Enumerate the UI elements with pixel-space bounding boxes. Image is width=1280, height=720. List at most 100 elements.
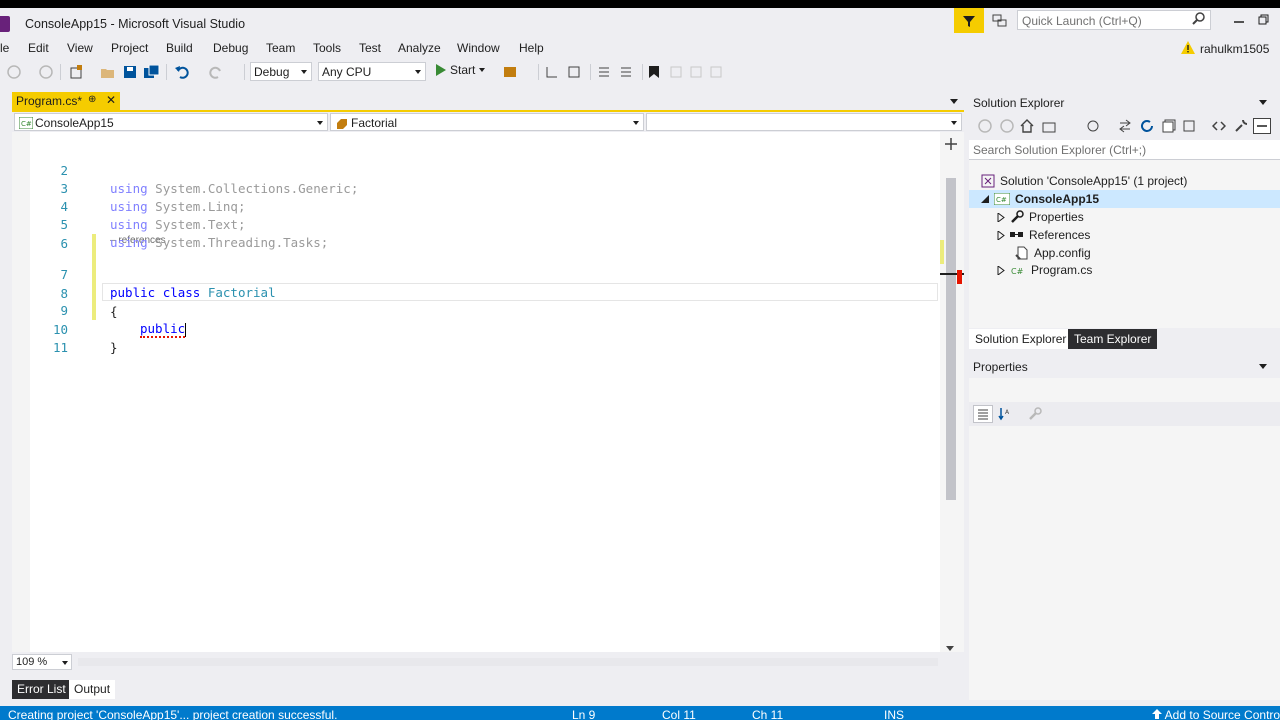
zoom-select[interactable]: 109 % xyxy=(12,654,72,670)
properties-wrench-icon[interactable] xyxy=(1233,118,1249,134)
alphabetical-sort-icon[interactable]: A xyxy=(997,406,1013,422)
solution-configuration-select[interactable]: Debug xyxy=(250,62,312,81)
nav-project-value: ConsoleApp15 xyxy=(35,116,114,130)
warning-icon[interactable] xyxy=(1181,41,1195,57)
svg-text:C#: C# xyxy=(21,120,32,128)
step-into-icon[interactable] xyxy=(544,64,560,80)
view-code-icon[interactable] xyxy=(1211,118,1227,134)
references-icon xyxy=(1010,232,1023,237)
navigate-forward-icon[interactable] xyxy=(38,64,54,80)
collapsed-arrow-icon xyxy=(997,265,1005,275)
tab-output[interactable]: Output xyxy=(69,680,116,699)
categorized-icon[interactable] xyxy=(973,405,993,423)
quick-launch-input[interactable]: Quick Launch (Ctrl+Q) xyxy=(1017,10,1211,30)
collapse-all-icon[interactable] xyxy=(1161,118,1177,134)
scroll-thumb[interactable] xyxy=(946,178,956,500)
solution-explorer-search-input[interactable]: Search Solution Explorer (Ctrl+;) xyxy=(969,140,1280,160)
csharp-project-icon: C# xyxy=(18,116,34,132)
editor-horizontal-scrollbar[interactable] xyxy=(78,658,938,666)
start-label: Start xyxy=(450,63,476,77)
keyword: public xyxy=(110,285,156,300)
collapsed-arrow-icon xyxy=(997,212,1005,222)
pin-icon[interactable]: ⊕ xyxy=(88,94,96,105)
forward-icon[interactable] xyxy=(999,118,1015,134)
undo-icon[interactable] xyxy=(174,64,190,80)
tab-overflow-dropdown-icon[interactable] xyxy=(950,99,958,104)
user-account[interactable]: rahulkm1505 xyxy=(1200,42,1269,56)
save-all-icon[interactable] xyxy=(144,64,160,80)
type-navigation-select[interactable]: Factorial xyxy=(330,113,644,131)
zoom-value: 109 % xyxy=(16,656,48,668)
clear-bookmarks-icon[interactable] xyxy=(708,64,724,80)
code-editor[interactable]: – references 2 using System.Collections.… xyxy=(12,132,940,652)
tree-item-references[interactable]: References xyxy=(997,226,1090,244)
tab-program-cs[interactable]: Program.cs* ⊕ ✕ xyxy=(12,92,120,110)
close-icon[interactable]: ✕ xyxy=(106,93,116,107)
previous-bookmark-icon[interactable] xyxy=(668,64,684,80)
play-icon xyxy=(436,64,446,76)
class-name: Factorial xyxy=(207,285,276,300)
navigate-back-icon[interactable] xyxy=(6,64,22,80)
member-navigation-select[interactable] xyxy=(646,113,962,131)
project-navigation-select[interactable]: C# ConsoleApp15 xyxy=(14,113,328,131)
new-project-icon[interactable] xyxy=(68,64,84,80)
menu-view[interactable]: View xyxy=(67,41,93,55)
comment-lines-icon[interactable] xyxy=(596,64,612,80)
config-file-icon xyxy=(1015,246,1028,260)
find-in-files-icon[interactable] xyxy=(502,64,518,80)
bottom-panel-tabs: Error List Output xyxy=(12,679,964,701)
tree-item-program-cs[interactable]: C# Program.cs xyxy=(997,261,1092,279)
tree-item-app-config[interactable]: App.config xyxy=(1015,244,1091,262)
bookmark-icon[interactable] xyxy=(646,64,662,80)
menu-analyze[interactable]: Analyze xyxy=(398,41,441,55)
window-position-icon[interactable] xyxy=(1259,100,1267,105)
notifications-filter-icon[interactable] xyxy=(954,8,984,33)
menu-file[interactable]: le xyxy=(0,41,9,55)
menu-test[interactable]: Test xyxy=(359,41,381,55)
refresh-icon[interactable] xyxy=(1139,118,1155,134)
tab-label: Program.cs* xyxy=(16,94,83,108)
save-icon[interactable] xyxy=(122,64,138,80)
menu-bar: le Edit View Project Build Debug Team To… xyxy=(0,38,1280,58)
start-debugging-button[interactable]: Start xyxy=(436,63,486,77)
tab-team-explorer[interactable]: Team Explorer xyxy=(1068,329,1158,349)
restore-icon[interactable] xyxy=(1258,14,1270,26)
solution-platform-select[interactable]: Any CPU xyxy=(318,62,426,81)
menu-team[interactable]: Team xyxy=(266,41,295,55)
window-position-icon[interactable] xyxy=(1259,364,1267,369)
keyword: using xyxy=(110,235,148,250)
feedback-icon[interactable] xyxy=(988,12,1012,30)
minimize-icon[interactable] xyxy=(1233,14,1245,26)
split-editor-icon[interactable] xyxy=(945,138,957,153)
home-icon[interactable] xyxy=(1019,118,1035,134)
status-insert-mode: INS xyxy=(884,708,905,720)
tab-error-list[interactable]: Error List xyxy=(12,680,71,699)
left-tool-strip xyxy=(0,104,8,634)
tab-solution-explorer[interactable]: Solution Explorer xyxy=(969,329,1073,349)
editor-vertical-scrollbar[interactable] xyxy=(940,132,964,652)
property-pages-icon[interactable] xyxy=(1027,406,1043,422)
menu-edit[interactable]: Edit xyxy=(28,41,49,55)
sync-with-document-icon[interactable] xyxy=(1117,118,1133,134)
tree-item-properties[interactable]: Properties xyxy=(997,208,1084,226)
tree-item-project[interactable]: C# ConsoleApp15 xyxy=(969,190,1280,208)
namespace: System.Linq; xyxy=(147,199,246,214)
switch-views-icon[interactable] xyxy=(1041,118,1057,134)
menu-project[interactable]: Project xyxy=(111,41,148,55)
menu-debug[interactable]: Debug xyxy=(213,41,248,55)
menu-build[interactable]: Build xyxy=(166,41,193,55)
menu-tools[interactable]: Tools xyxy=(313,41,341,55)
pending-changes-filter-icon[interactable] xyxy=(1085,118,1101,134)
tree-item-solution[interactable]: Solution 'ConsoleApp15' (1 project) xyxy=(981,172,1187,190)
step-over-icon[interactable] xyxy=(566,64,582,80)
show-all-files-icon[interactable] xyxy=(1181,118,1197,134)
menu-window[interactable]: Window xyxy=(457,41,500,55)
uncomment-lines-icon[interactable] xyxy=(618,64,634,80)
redo-icon[interactable] xyxy=(208,64,224,80)
open-file-icon[interactable] xyxy=(100,64,116,80)
menu-help[interactable]: Help xyxy=(519,41,544,55)
next-bookmark-icon[interactable] xyxy=(688,64,704,80)
add-to-source-control-button[interactable]: Add to Source Control xyxy=(1152,708,1280,720)
back-icon[interactable] xyxy=(977,118,993,134)
preview-selected-items-icon[interactable] xyxy=(1253,118,1271,134)
